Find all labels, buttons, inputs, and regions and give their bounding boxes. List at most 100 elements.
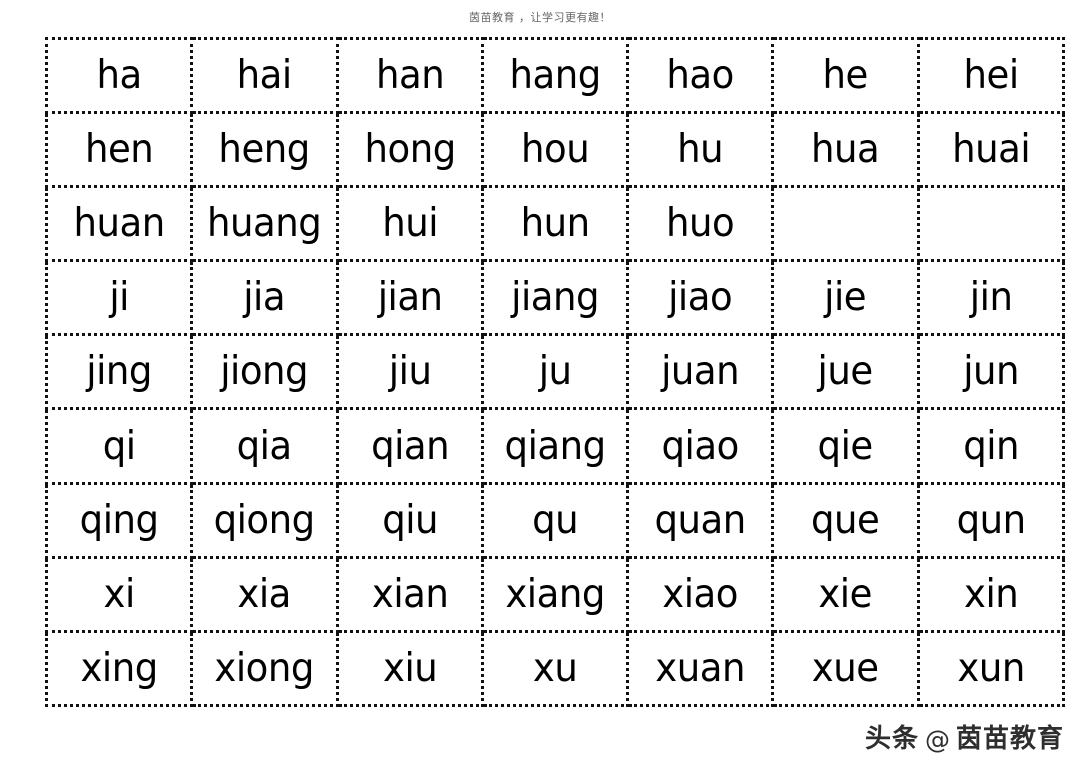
pinyin-cell-empty[interactable] — [916, 185, 1065, 263]
pinyin-cell[interactable]: hun — [480, 185, 630, 263]
pinyin-cell[interactable]: qian — [335, 407, 484, 485]
pinyin-syllable-label: xie — [818, 571, 873, 617]
pinyin-syllable-label: hu — [677, 127, 724, 173]
pinyin-cell[interactable]: hao — [626, 36, 775, 115]
pinyin-cell[interactable]: qin — [916, 407, 1065, 485]
pinyin-syllable-label: qing — [79, 497, 159, 543]
pinyin-cell[interactable]: hui — [335, 185, 484, 263]
pinyin-cell[interactable]: xiong — [190, 629, 339, 707]
pinyin-cell[interactable]: he — [771, 36, 920, 115]
table-row: xing xiong xiu xu xuan xue xun — [44, 629, 1065, 707]
watermark-account-label: 茵苗教育 — [955, 724, 1064, 754]
pinyin-cell[interactable]: xun — [916, 629, 1065, 707]
pinyin-cell[interactable]: heng — [190, 111, 339, 189]
page-header: 茵苗教育 ，让学习更有趣！ — [0, 0, 1080, 34]
pinyin-cell[interactable]: qie — [771, 407, 920, 485]
pinyin-cell[interactable]: xian — [335, 555, 484, 633]
pinyin-syllable-label: ha — [96, 53, 143, 99]
pinyin-cell[interactable]: jue — [771, 333, 920, 411]
header-title: 茵苗教育 ，让学习更有趣！ — [469, 10, 611, 24]
pinyin-cell[interactable]: hen — [44, 111, 194, 189]
pinyin-cell[interactable]: huang — [190, 185, 339, 263]
pinyin-cell[interactable]: jiu — [335, 333, 484, 411]
pinyin-syllable-label: qiu — [381, 497, 438, 543]
pinyin-cell[interactable]: qiao — [626, 407, 775, 485]
pinyin-cell[interactable]: xin — [916, 555, 1065, 633]
pinyin-syllable-label: hao — [666, 53, 734, 99]
watermark: 头条 @ 茵苗教育 — [865, 726, 1064, 752]
pinyin-cell[interactable]: xia — [190, 555, 339, 633]
pinyin-cell[interactable]: ju — [480, 333, 630, 411]
pinyin-cell[interactable]: qu — [480, 481, 630, 559]
pinyin-cell[interactable]: huo — [626, 185, 775, 263]
pinyin-syllable-label: jiao — [668, 275, 733, 321]
pinyin-cell[interactable]: qiong — [190, 481, 339, 559]
pinyin-cell[interactable]: xu — [480, 629, 630, 707]
pinyin-syllable-label: hun — [520, 201, 590, 247]
pinyin-cell[interactable]: hong — [335, 111, 484, 189]
pinyin-syllable-label: xi — [103, 571, 135, 617]
pinyin-cell[interactable]: qiang — [480, 407, 630, 485]
pinyin-cell[interactable]: xue — [771, 629, 920, 707]
pinyin-cell[interactable]: xi — [44, 555, 194, 633]
pinyin-syllable-label: jue — [817, 349, 874, 395]
pinyin-cell[interactable]: jin — [916, 259, 1065, 337]
pinyin-syllable-label: hang — [509, 53, 601, 99]
pinyin-cell-empty[interactable] — [771, 185, 920, 263]
pinyin-syllable-label: hei — [963, 53, 1019, 99]
pinyin-cell[interactable]: juan — [626, 333, 775, 411]
pinyin-cell[interactable]: qing — [44, 481, 194, 559]
pinyin-cell[interactable]: qiu — [335, 481, 484, 559]
pinyin-cell[interactable]: huan — [44, 185, 194, 263]
pinyin-syllable-label: heng — [218, 127, 311, 173]
pinyin-cell[interactable]: xuan — [626, 629, 775, 707]
pinyin-cell[interactable]: jiong — [190, 333, 339, 411]
pinyin-cell[interactable]: han — [335, 36, 484, 115]
pinyin-cell[interactable]: que — [771, 481, 920, 559]
pinyin-syllable-label: huo — [666, 201, 735, 247]
pinyin-syllable-label: xin — [963, 571, 1019, 617]
pinyin-cell[interactable]: hang — [480, 36, 630, 115]
pinyin-cell[interactable]: jia — [190, 259, 339, 337]
pinyin-syllable-label: he — [822, 53, 869, 99]
pinyin-cell[interactable]: jing — [44, 333, 194, 411]
table-row: hen heng hong hou hu hua huai — [44, 111, 1065, 189]
pinyin-syllable-label: jian — [377, 275, 443, 321]
pinyin-syllable-label: qiang — [504, 423, 606, 469]
pinyin-cell[interactable]: hua — [771, 111, 920, 189]
pinyin-cell[interactable]: xiao — [626, 555, 775, 633]
pinyin-cell[interactable]: quan — [626, 481, 775, 559]
pinyin-cell[interactable]: hu — [626, 111, 775, 189]
pinyin-cell[interactable]: xiang — [480, 555, 630, 633]
pinyin-cell[interactable]: qia — [190, 407, 339, 485]
pinyin-syllable-label: jing — [86, 349, 152, 395]
pinyin-syllable-label: hen — [84, 127, 154, 173]
pinyin-syllable-label: xiang — [505, 571, 605, 617]
pinyin-cell[interactable]: jun — [916, 333, 1065, 411]
pinyin-syllable-label: jiu — [388, 349, 431, 395]
pinyin-cell[interactable]: xiu — [335, 629, 484, 707]
pinyin-cell[interactable]: hou — [480, 111, 630, 189]
pinyin-cell[interactable]: jiang — [480, 259, 630, 337]
pinyin-cell[interactable]: ji — [44, 259, 194, 337]
pinyin-cell[interactable]: huai — [916, 111, 1065, 189]
pinyin-cell[interactable]: qun — [916, 481, 1065, 559]
pinyin-cell[interactable]: hei — [916, 36, 1065, 115]
pinyin-cell[interactable]: xing — [44, 629, 194, 707]
pinyin-syllable-label: xiu — [382, 645, 438, 691]
pinyin-cell[interactable]: xie — [771, 555, 920, 633]
at-sign-icon: @ — [924, 724, 950, 754]
table-row: xi xia xian xiang xiao xie xin — [44, 555, 1065, 633]
pinyin-cell[interactable]: hai — [190, 36, 339, 115]
pinyin-syllable-label: hong — [364, 127, 456, 173]
pinyin-syllable-label: qian — [370, 423, 450, 469]
pinyin-cell[interactable]: ha — [44, 36, 194, 115]
pinyin-syllable-label: que — [811, 497, 880, 543]
table-row: qi qia qian qiang qiao qie qin — [44, 407, 1065, 485]
pinyin-cell[interactable]: jian — [335, 259, 484, 337]
pinyin-cell[interactable]: qi — [44, 407, 194, 485]
table-row: huan huang hui hun huo — [44, 185, 1065, 263]
pinyin-cell[interactable]: jie — [771, 259, 920, 337]
pinyin-cell[interactable]: jiao — [626, 259, 775, 337]
table-row: ji jia jian jiang jiao jie jin — [44, 259, 1065, 337]
